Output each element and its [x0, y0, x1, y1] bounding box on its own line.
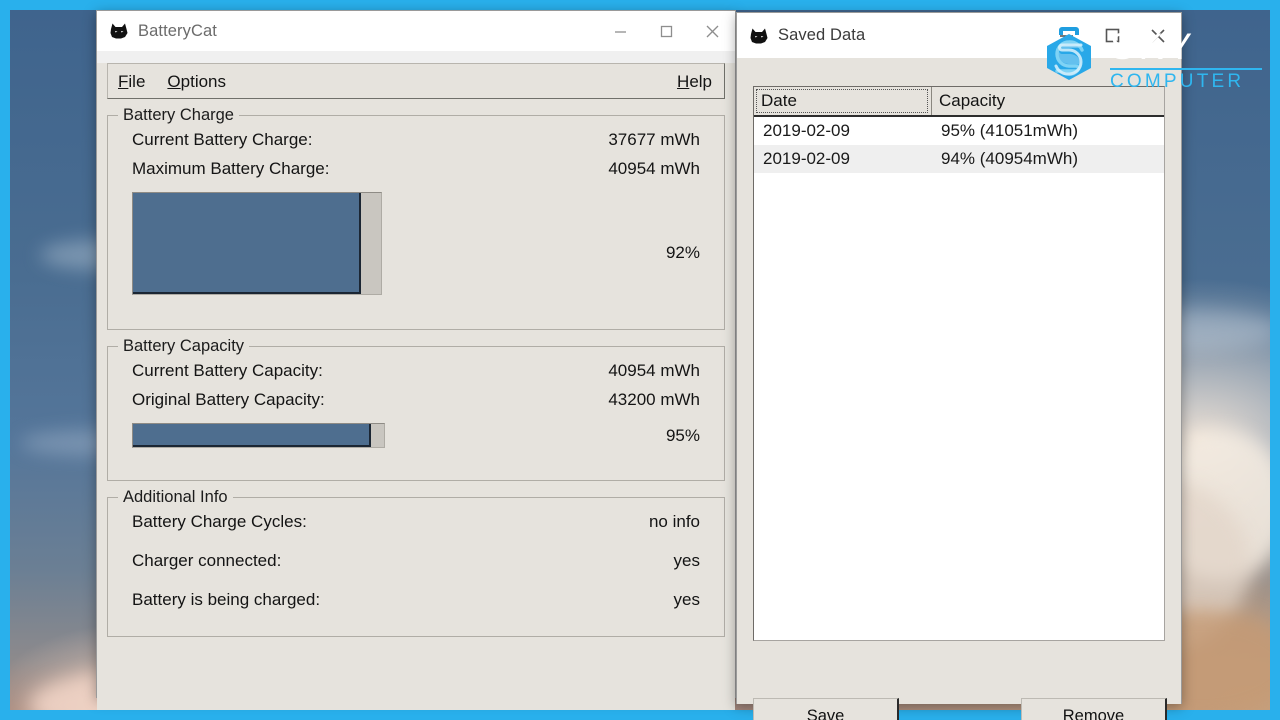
- row-battery-charge-cycles: Battery Charge Cycles: no info: [120, 512, 712, 532]
- label-current-battery-charge: Current Battery Charge:: [132, 130, 313, 149]
- value-battery-charge-cycles: no info: [648, 512, 700, 531]
- cat-icon: [109, 22, 129, 40]
- menu-accel-help: H: [677, 71, 690, 91]
- battery-charge-percent: 92%: [665, 243, 700, 262]
- battery-capacity-percent: 95%: [665, 425, 700, 445]
- value-original-battery-capacity: 43200 mWh: [608, 390, 700, 409]
- screen: BatteryCat File Options Help Battery Cha…: [0, 0, 1280, 720]
- minimize-icon[interactable]: [597, 11, 643, 51]
- cell-date: 2019-02-09: [763, 149, 850, 168]
- column-header-date-label: Date: [761, 91, 797, 110]
- menu-bar: File Options Help: [107, 63, 725, 99]
- menu-item-help[interactable]: Help: [677, 73, 712, 90]
- battery-capacity-progress-row: 95%: [120, 423, 712, 448]
- battery-capacity-legend: Battery Capacity: [118, 337, 250, 356]
- table-row[interactable]: 2019-02-09 94% (40954mWh): [754, 145, 1164, 173]
- close-icon[interactable]: [1135, 13, 1181, 58]
- battery-capacity-progress-fill: [133, 424, 372, 447]
- batterycat-window: BatteryCat File Options Help Battery Cha…: [96, 10, 736, 710]
- saved-data-window: Saved Data Date Capacity 2019-02-09 95% …: [736, 12, 1182, 720]
- battery-capacity-group: Battery Capacity Current Battery Capacit…: [107, 337, 725, 481]
- cell-capacity: 95% (41051mWh): [941, 121, 1079, 140]
- close-icon[interactable]: [689, 11, 735, 51]
- label-current-battery-capacity: Current Battery Capacity:: [132, 361, 323, 380]
- maximize-icon[interactable]: [643, 11, 689, 51]
- remove-button[interactable]: Remove: [1021, 698, 1167, 720]
- column-header-capacity[interactable]: Capacity: [932, 87, 1164, 115]
- cat-icon: [749, 27, 769, 45]
- saved-data-titlebar[interactable]: Saved Data: [737, 13, 1181, 58]
- battery-charge-legend: Battery Charge: [118, 106, 239, 125]
- label-battery-charge-cycles: Battery Charge Cycles:: [132, 512, 307, 531]
- label-original-battery-capacity: Original Battery Capacity:: [132, 390, 325, 409]
- battery-charge-progress-fill: [133, 193, 362, 294]
- row-current-battery-capacity: Current Battery Capacity: 40954 mWh: [120, 361, 712, 381]
- window-controls: [1043, 13, 1181, 58]
- menu-item-options[interactable]: Options: [167, 73, 226, 90]
- label-battery-is-being-charged: Battery is being charged:: [132, 590, 321, 609]
- maximize-icon[interactable]: [1089, 13, 1135, 58]
- battery-charge-group: Battery Charge Current Battery Charge: 3…: [107, 106, 725, 330]
- value-current-battery-capacity: 40954 mWh: [608, 361, 700, 380]
- save-button[interactable]: Save: [753, 698, 899, 720]
- cell-capacity: 94% (40954mWh): [941, 149, 1079, 168]
- cell-date: 2019-02-09: [763, 121, 850, 140]
- save-button-label: Save: [806, 707, 845, 720]
- saved-data-table[interactable]: Date Capacity 2019-02-09 95% (41051mWh) …: [753, 86, 1165, 641]
- menu-item-file[interactable]: File: [118, 73, 145, 90]
- label-charger-connected: Charger connected:: [132, 551, 282, 570]
- additional-info-legend: Additional Info: [118, 488, 233, 507]
- row-charger-connected: Charger connected: yes: [120, 551, 712, 571]
- row-battery-is-being-charged: Battery is being charged: yes: [120, 590, 712, 610]
- menu-item-options-rest: ptions: [180, 71, 227, 91]
- menu-item-file-rest: ile: [128, 71, 146, 91]
- window-controls: [597, 11, 735, 51]
- table-row[interactable]: 2019-02-09 95% (41051mWh): [754, 117, 1164, 145]
- minimize-icon[interactable]: [1043, 13, 1089, 58]
- remove-button-label: Remove: [1062, 707, 1125, 720]
- window-title: BatteryCat: [138, 21, 217, 40]
- row-maximum-battery-charge: Maximum Battery Charge: 40954 mWh: [120, 159, 712, 179]
- table-header-row: Date Capacity: [754, 87, 1164, 117]
- column-header-date[interactable]: Date: [754, 87, 932, 115]
- window-title: Saved Data: [778, 26, 866, 44]
- label-maximum-battery-charge: Maximum Battery Charge:: [132, 159, 330, 178]
- battery-charge-progress-row: 92%: [120, 192, 712, 295]
- menu-item-help-rest: elp: [689, 71, 712, 91]
- menu-accel-options: O: [167, 71, 181, 91]
- row-current-battery-charge: Current Battery Charge: 37677 mWh: [120, 130, 712, 150]
- row-original-battery-capacity: Original Battery Capacity: 43200 mWh: [120, 390, 712, 410]
- value-battery-is-being-charged: yes: [673, 590, 700, 609]
- battery-capacity-progressbar: [132, 423, 385, 448]
- value-maximum-battery-charge: 40954 mWh: [608, 159, 700, 178]
- value-current-battery-charge: 37677 mWh: [608, 130, 700, 149]
- battery-charge-progressbar: [132, 192, 382, 295]
- batterycat-titlebar[interactable]: BatteryCat: [97, 11, 735, 51]
- additional-info-group: Additional Info Battery Charge Cycles: n…: [107, 488, 725, 637]
- menu-accel-file: F: [118, 71, 129, 91]
- value-charger-connected: yes: [673, 551, 700, 570]
- column-header-capacity-label: Capacity: [939, 91, 1006, 110]
